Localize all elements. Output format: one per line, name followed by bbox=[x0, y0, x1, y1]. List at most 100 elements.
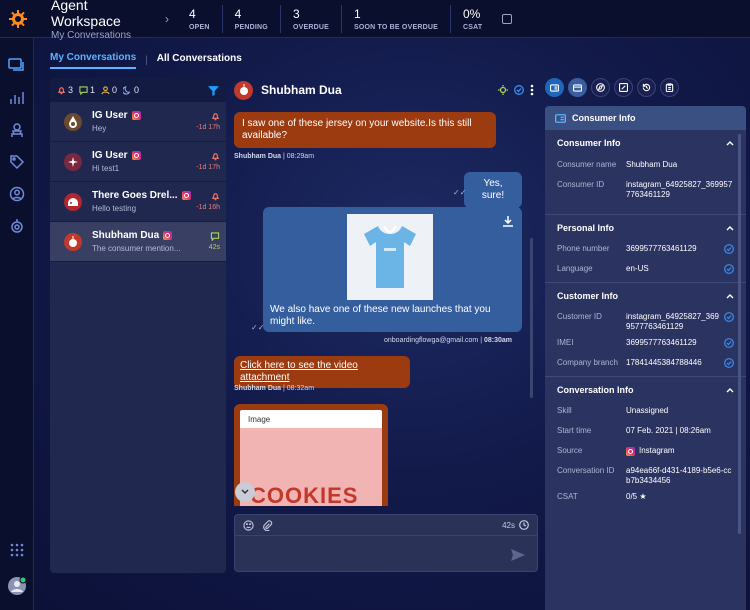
nav-rail bbox=[0, 38, 34, 610]
field-value: Unassigned bbox=[626, 406, 669, 415]
field-value: 3699577763461129 bbox=[626, 244, 697, 253]
check-circle-icon[interactable] bbox=[514, 85, 524, 95]
avatar bbox=[234, 80, 253, 100]
section-header[interactable]: Consumer Info bbox=[545, 130, 746, 156]
stat-open[interactable]: 4 OPEN bbox=[177, 4, 223, 33]
send-icon[interactable] bbox=[511, 549, 525, 561]
message-meta: Shubham Dua | 08:29am bbox=[234, 153, 315, 160]
response-timer: 42s bbox=[502, 520, 515, 530]
tab-my-conversations[interactable]: My Conversations bbox=[50, 52, 137, 69]
conversation-item[interactable]: IG User Hi test1 -1d 17h bbox=[50, 142, 226, 182]
stat-label: OPEN bbox=[189, 23, 210, 31]
field-label: Consumer name bbox=[557, 160, 617, 169]
card-image-text: COOKIES bbox=[250, 483, 359, 507]
conversation-list: 3 1 0 0 IG User Hey -1d 17h IG User Hi tes… bbox=[50, 78, 226, 573]
message-counter[interactable]: 1 bbox=[79, 85, 95, 95]
field-label: Language bbox=[557, 264, 593, 273]
consumer-info-tab-button[interactable] bbox=[545, 78, 564, 97]
chevron-up-icon bbox=[726, 140, 734, 145]
personal-info-section: Personal Info Phone number 36995777634611… bbox=[545, 215, 746, 283]
panel-toggle-icon[interactable] bbox=[502, 13, 513, 24]
tag-icon[interactable] bbox=[0, 146, 34, 178]
alert-counter[interactable]: 3 bbox=[57, 85, 73, 95]
panel-title: Consumer Info bbox=[545, 106, 746, 130]
bell-icon bbox=[211, 113, 220, 121]
message-count: 1 bbox=[90, 85, 96, 95]
info-row: IMEI 3699577763461129 bbox=[545, 335, 746, 355]
filter-icon[interactable] bbox=[208, 85, 219, 96]
notes-button[interactable] bbox=[614, 78, 633, 97]
bell-icon bbox=[211, 193, 220, 201]
stat-label: PENDING bbox=[234, 23, 268, 31]
apps-grid-icon[interactable] bbox=[0, 534, 34, 566]
conversations-icon[interactable] bbox=[0, 50, 34, 82]
stat-value: 4 bbox=[189, 6, 196, 21]
snoozed-counter[interactable]: 0 bbox=[123, 85, 139, 95]
field-label: IMEI bbox=[557, 338, 574, 347]
integration-icon[interactable] bbox=[0, 210, 34, 242]
avatar bbox=[64, 112, 82, 131]
users-counter[interactable]: 0 bbox=[101, 85, 117, 95]
message-time: 08:32am bbox=[286, 385, 315, 392]
video-attachment-link[interactable]: Click here to see the video attachment bbox=[240, 360, 358, 383]
emoji-icon[interactable] bbox=[243, 519, 254, 531]
avatar bbox=[64, 192, 82, 211]
clipboard-button[interactable] bbox=[660, 78, 679, 97]
message-composer[interactable]: 42s bbox=[234, 514, 538, 572]
field-label: CSAT bbox=[557, 492, 578, 501]
bell-icon bbox=[57, 86, 66, 94]
chat-scrollbar[interactable] bbox=[530, 238, 533, 398]
user-icon[interactable] bbox=[0, 178, 34, 210]
analytics-icon[interactable] bbox=[0, 82, 34, 114]
star-icon: ★ bbox=[639, 492, 647, 501]
conversation-item-selected[interactable]: Shubham Dua The consumer mention... 42s bbox=[50, 222, 226, 262]
history-panel-button[interactable] bbox=[568, 78, 587, 97]
info-row: Consumer ID instagram_64925827_3699577763… bbox=[545, 177, 746, 214]
info-row: Consumer name Shubham Dua bbox=[545, 157, 746, 177]
snoozed-count: 0 bbox=[134, 85, 140, 95]
section-header[interactable]: Customer Info bbox=[545, 283, 746, 309]
contact-name: Shubham Dua bbox=[92, 230, 160, 241]
panel-scrollbar[interactable] bbox=[738, 134, 741, 534]
field-label: Company branch bbox=[557, 358, 618, 367]
stat-pending[interactable]: 4 PENDING bbox=[223, 4, 281, 33]
compass-button[interactable] bbox=[591, 78, 610, 97]
composer-divider bbox=[235, 535, 537, 536]
logo-icon[interactable] bbox=[0, 0, 36, 38]
verified-icon bbox=[724, 312, 734, 322]
conversation-item[interactable]: There Goes Drel... Hello testing -1d 16h bbox=[50, 182, 226, 222]
tab-all-conversations[interactable]: All Conversations bbox=[157, 53, 242, 68]
section-title: Personal Info bbox=[557, 223, 615, 233]
field-value: en-US bbox=[626, 264, 649, 273]
scroll-down-button[interactable] bbox=[235, 482, 255, 502]
more-options-icon[interactable] bbox=[530, 84, 534, 96]
jersey-image bbox=[347, 214, 433, 300]
download-icon[interactable] bbox=[502, 215, 514, 227]
info-row: Customer ID instagram_64925827_3699577763… bbox=[545, 309, 746, 335]
settings-icon[interactable] bbox=[498, 85, 508, 95]
stat-csat[interactable]: 0% CSAT bbox=[451, 5, 494, 33]
stat-overdue[interactable]: 3 OVERDUE bbox=[281, 4, 342, 33]
verified-icon bbox=[724, 264, 734, 274]
conversation-item[interactable]: IG User Hey -1d 17h bbox=[50, 102, 226, 142]
workspace-title[interactable]: Agent Workspace My Conversations bbox=[51, 0, 161, 41]
attachment-icon[interactable] bbox=[262, 519, 273, 531]
avatar[interactable] bbox=[0, 570, 34, 602]
bot-icon[interactable] bbox=[0, 114, 34, 146]
field-value: Shubham Dua bbox=[626, 160, 678, 169]
field-label: Skill bbox=[557, 406, 572, 415]
clipboard-icon bbox=[665, 83, 674, 92]
read-receipt-icon: ✓✓ bbox=[251, 323, 265, 332]
stat-soon-overdue[interactable]: 1 SOON TO BE OVERDUE bbox=[342, 4, 451, 33]
section-header[interactable]: Conversation Info bbox=[545, 377, 746, 403]
field-label: Customer ID bbox=[557, 312, 602, 321]
section-header[interactable]: Personal Info bbox=[545, 215, 746, 241]
clock-icon bbox=[519, 520, 529, 530]
history-button[interactable] bbox=[637, 78, 656, 97]
time-elapsed: -1d 17h bbox=[196, 164, 220, 171]
users-count: 0 bbox=[112, 85, 118, 95]
stat-value: 0% bbox=[462, 6, 481, 21]
chevron-up-icon bbox=[726, 387, 734, 392]
message-time: 08:30am bbox=[484, 337, 513, 344]
stat-value: 3 bbox=[292, 6, 300, 21]
